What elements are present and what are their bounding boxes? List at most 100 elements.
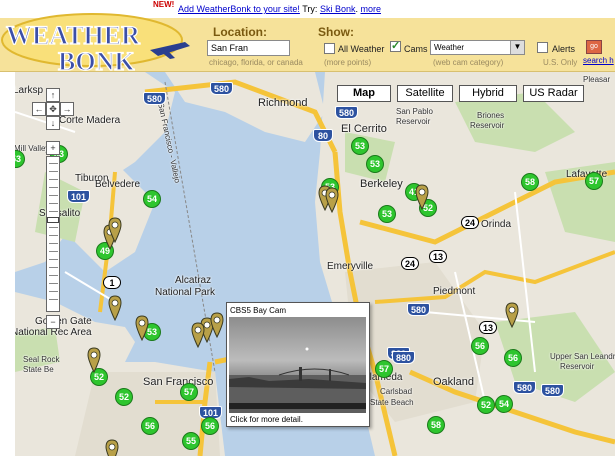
temperature-marker[interactable]: 54 — [495, 395, 513, 413]
highway-shield: 580 — [541, 384, 565, 397]
map-label: National Park — [155, 287, 216, 298]
highway-shield: 1 — [103, 276, 121, 289]
webcam-pin-icon[interactable] — [135, 315, 149, 341]
temperature-marker[interactable]: 53 — [366, 155, 384, 173]
webcam-image[interactable] — [229, 317, 366, 413]
webcam-pin-icon[interactable] — [415, 184, 429, 210]
chevron-down-icon: ▼ — [510, 41, 524, 54]
temperature-marker[interactable]: 58 — [427, 416, 445, 434]
highway-shield: 580 — [210, 82, 234, 95]
zoom-tick — [49, 291, 58, 292]
temperature-marker[interactable]: 52 — [115, 388, 133, 406]
ski-bonk-link[interactable]: Ski Bonk — [320, 4, 356, 14]
zoom-in-button[interactable]: + — [46, 141, 60, 155]
highway-shield: 101 — [67, 190, 91, 203]
webcam-popup[interactable]: CBS5 Bay Cam Click for more detail. — [226, 302, 370, 427]
zoom-tick — [49, 203, 58, 204]
pan-down-button[interactable]: ↓ — [46, 116, 60, 130]
new-badge: NEW! — [153, 0, 175, 9]
left-margin — [0, 72, 15, 456]
temperature-marker[interactable]: 56 — [504, 349, 522, 367]
zoom-tick — [49, 227, 58, 228]
location-label: Location: — [213, 25, 267, 39]
weatherbonk-logo[interactable]: WEATHER BONK — [0, 10, 200, 80]
map-label: Berkeley — [360, 178, 403, 190]
temperature-marker[interactable]: 57 — [375, 360, 393, 378]
zoom-thumb[interactable] — [47, 217, 59, 223]
cam-category-value: Weather — [434, 43, 465, 52]
webcam-image-art — [229, 347, 366, 413]
map-label: Upper San Leandro — [550, 352, 615, 361]
zoom-tick — [49, 163, 58, 164]
search-link[interactable]: search h — [583, 56, 614, 65]
map-view[interactable]: Map Satellite Hybrid US Radar Larksp Ric… — [15, 72, 615, 456]
temperature-marker[interactable]: 56 — [471, 337, 489, 355]
map-label: Seal Rock — [23, 355, 60, 364]
pan-right-button[interactable]: → — [60, 102, 74, 116]
all-weather-label: All Weather — [338, 44, 385, 54]
zoom-out-button[interactable]: − — [46, 315, 60, 329]
highway-shield: 580 — [407, 303, 431, 316]
highway-shield: 580 — [335, 106, 359, 119]
zoom-tick — [49, 211, 58, 212]
zoom-tick — [49, 283, 58, 284]
temperature-marker[interactable]: 53 — [378, 205, 396, 223]
temperature-marker[interactable]: 57 — [180, 383, 198, 401]
cam-category-select[interactable]: Weather ▼ — [430, 40, 525, 55]
more-link[interactable]: more — [360, 4, 381, 14]
go-button[interactable]: go — [586, 40, 602, 54]
webcam-pin-icon[interactable] — [191, 322, 205, 348]
map-label: Briones — [477, 111, 505, 120]
show-label: Show: — [318, 25, 354, 39]
webcam-pin-icon[interactable] — [108, 295, 122, 321]
pan-center-icon[interactable]: ✥ — [46, 102, 60, 116]
map-type-map[interactable]: Map — [337, 85, 391, 102]
map-label: Carlsbad — [380, 387, 413, 396]
zoom-tick — [49, 259, 58, 260]
map-label: Oakland — [433, 376, 474, 388]
highway-shield: 80 — [313, 129, 333, 142]
temperature-marker[interactable]: 53 — [351, 137, 369, 155]
location-input[interactable] — [207, 40, 290, 56]
webcam-pin-icon[interactable] — [325, 187, 339, 213]
temperature-marker[interactable]: 57 — [585, 172, 603, 190]
map-label: El Cerrito — [341, 123, 387, 135]
highway-shield: 24 — [461, 216, 480, 229]
map-type-hybrid[interactable]: Hybrid — [459, 85, 517, 102]
webcam-pin-icon[interactable] — [210, 312, 224, 338]
logo-line1: WEATHER — [6, 21, 140, 50]
map-label: Piedmont — [433, 286, 476, 297]
temperature-marker[interactable]: 55 — [182, 432, 200, 450]
alerts-label: Alerts — [552, 44, 576, 54]
zoom-tick — [49, 195, 58, 196]
map-label: Alcatraz — [175, 275, 212, 286]
popup-caption: Click for more detail. — [230, 415, 303, 424]
zoom-tick — [49, 299, 58, 300]
cams-label: Cams — [404, 44, 428, 54]
temperature-marker[interactable]: 56 — [201, 417, 219, 435]
map-label: Belvedere — [95, 179, 141, 190]
webcam-pin-icon[interactable] — [105, 439, 119, 456]
highway-shield: 880 — [392, 351, 416, 364]
map-label: State Beach — [370, 398, 414, 407]
temperature-marker[interactable]: 52 — [477, 396, 495, 414]
alerts-checkbox[interactable] — [537, 42, 548, 53]
cams-checkbox[interactable] — [390, 39, 401, 52]
temperature-marker[interactable]: 58 — [521, 173, 539, 191]
pan-left-button[interactable]: ← — [32, 102, 46, 116]
map-label: Larksp — [15, 85, 44, 96]
webcam-pin-icon[interactable] — [108, 217, 122, 243]
map-type-satellite[interactable]: Satellite — [397, 85, 453, 102]
map-type-us-radar[interactable]: US Radar — [523, 85, 584, 102]
temperature-marker[interactable]: 54 — [143, 190, 161, 208]
zoom-slider[interactable] — [46, 156, 60, 312]
temperature-marker[interactable]: 56 — [141, 417, 159, 435]
webcam-pin-icon[interactable] — [505, 302, 519, 328]
pan-up-button[interactable]: ↑ — [46, 88, 60, 102]
zoom-tick — [49, 187, 58, 188]
highway-shield: 13 — [429, 250, 448, 263]
map-label: San Pablo — [396, 107, 433, 116]
all-weather-checkbox[interactable] — [324, 43, 335, 54]
webcam-pin-icon[interactable] — [87, 347, 101, 373]
map-label: State Be — [23, 365, 54, 374]
